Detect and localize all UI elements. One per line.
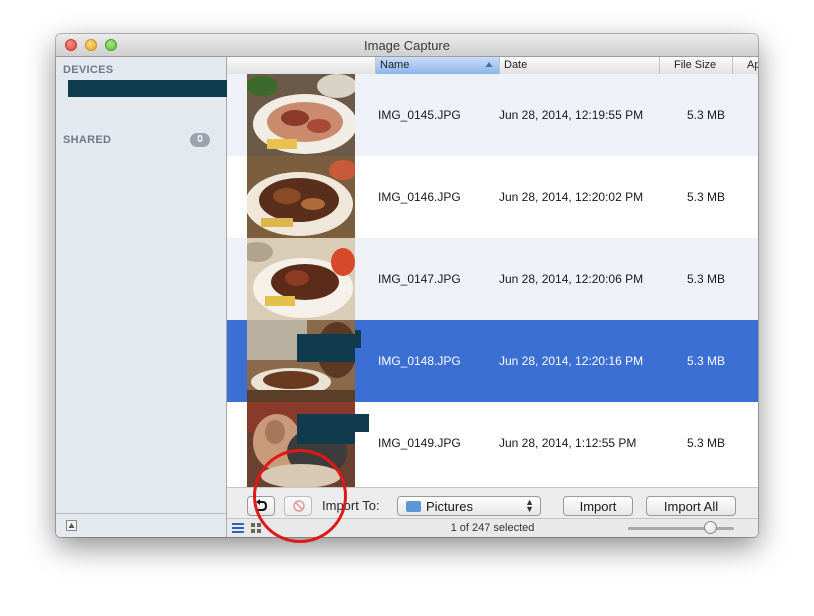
import-destination-popup[interactable]: Pictures ▲ ▼ [397, 496, 541, 516]
column-date-header[interactable]: Date [499, 57, 659, 74]
file-name: IMG_0147.JPG [378, 272, 461, 286]
photo-thumbnail [247, 74, 355, 156]
file-size: 5.3 MB [687, 354, 726, 368]
import-button[interactable]: Import [563, 496, 633, 516]
redacted-overflow [355, 330, 361, 348]
table-row-selected[interactable]: IMG_0148.JPG Jun 28, 2014, 12:20:16 PM 5… [227, 320, 758, 402]
import-all-button[interactable]: Import All [646, 496, 736, 516]
folder-icon [406, 501, 421, 512]
triangle-up-icon [68, 523, 75, 528]
column-aperture-header[interactable]: Ap [732, 57, 758, 74]
column-size-header[interactable]: File Size [659, 57, 732, 74]
photo-thumbnail [247, 156, 355, 238]
file-date: Jun 28, 2014, 12:20:06 PM [499, 272, 644, 286]
file-size: 5.3 MB [687, 190, 726, 204]
devices-heading: DEVICES [63, 64, 114, 76]
redacted-overflow [355, 414, 369, 432]
redacted-face [297, 334, 355, 362]
slider-knob[interactable] [704, 521, 717, 534]
window-title: Image Capture [364, 38, 450, 53]
redacted-device-item[interactable] [68, 80, 234, 97]
popup-arrows-icon: ▲ ▼ [525, 497, 534, 514]
file-size: 5.3 MB [687, 108, 726, 122]
import-destination-value: Pictures [426, 499, 473, 514]
shared-count-badge: 0 [190, 133, 210, 147]
file-name: IMG_0148.JPG [378, 354, 461, 368]
image-capture-window: Image Capture DEVICES SHARED 0 Name Date… [56, 34, 758, 537]
file-name: IMG_0145.JPG [378, 108, 461, 122]
sidebar-footer [56, 513, 226, 537]
file-date: Jun 28, 2014, 12:19:55 PM [499, 108, 644, 122]
sort-ascending-icon [485, 62, 493, 67]
shared-heading: SHARED [63, 134, 112, 146]
thumbnail-size-slider[interactable] [628, 527, 734, 530]
title-bar: Image Capture [56, 34, 758, 57]
column-header: Name Date File Size Ap [227, 57, 758, 75]
file-date: Jun 28, 2014, 12:20:16 PM [499, 354, 644, 368]
file-name: IMG_0146.JPG [378, 190, 461, 204]
file-date: Jun 28, 2014, 12:20:02 PM [499, 190, 644, 204]
file-size: 5.3 MB [687, 272, 726, 286]
column-name-label: Name [380, 59, 410, 71]
file-date: Jun 28, 2014, 1:12:55 PM [499, 436, 637, 450]
sidebar: DEVICES SHARED 0 [56, 57, 234, 537]
table-row[interactable]: IMG_0145.JPG Jun 28, 2014, 12:19:55 PM 5… [227, 74, 758, 156]
table-row[interactable]: IMG_0147.JPG Jun 28, 2014, 12:20:06 PM 5… [227, 238, 758, 320]
red-annotation-circle [253, 449, 347, 543]
table-row[interactable]: IMG_0146.JPG Jun 28, 2014, 12:20:02 PM 5… [227, 156, 758, 238]
column-name-header[interactable]: Name [375, 57, 499, 74]
file-size: 5.3 MB [687, 436, 726, 450]
file-name: IMG_0149.JPG [378, 436, 461, 450]
redacted-face [297, 414, 355, 444]
photo-thumbnail [247, 320, 355, 402]
sidebar-toggle-button[interactable] [66, 520, 77, 531]
photo-thumbnail [247, 238, 355, 320]
